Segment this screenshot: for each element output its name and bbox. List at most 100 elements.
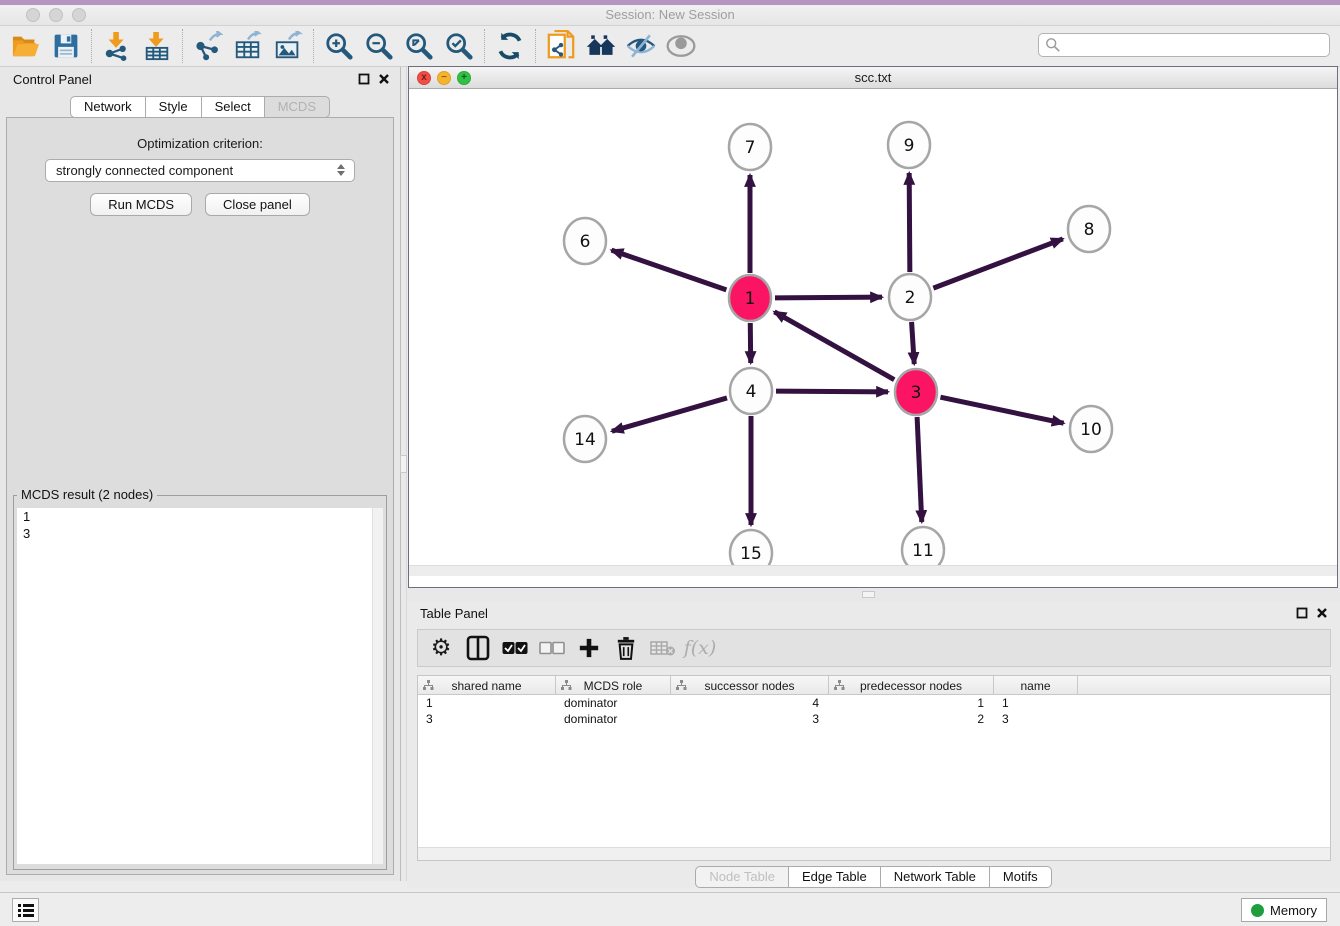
edge-1-2[interactable]	[775, 297, 882, 298]
tab-node-table[interactable]: Node Table	[695, 866, 789, 888]
edge-2-9[interactable]	[909, 173, 910, 272]
edge-2-8[interactable]	[933, 239, 1062, 288]
tab-network[interactable]: Network	[70, 96, 146, 118]
show-column-icon[interactable]	[463, 633, 493, 663]
column-header-successor-nodes[interactable]: successor nodes	[671, 676, 829, 695]
edge-3-1[interactable]	[774, 312, 894, 380]
cell-predecessor-nodes[interactable]: 1	[829, 695, 994, 711]
export-table-icon[interactable]	[228, 28, 268, 64]
sort-icon[interactable]	[834, 680, 845, 691]
node-7[interactable]: 7	[729, 124, 771, 170]
zoom-selected-icon[interactable]	[439, 28, 479, 64]
deselect-all-icon[interactable]	[537, 633, 567, 663]
node-2[interactable]: 2	[889, 274, 931, 320]
run-mcds-button[interactable]: Run MCDS	[90, 193, 192, 216]
column-header-shared-name[interactable]: shared name	[418, 676, 556, 695]
open-file-icon[interactable]	[6, 28, 46, 64]
table-row[interactable]: 1dominator411	[418, 695, 1330, 711]
show-all-icon[interactable]	[661, 28, 701, 64]
node-4[interactable]: 4	[730, 368, 772, 414]
hide-selected-icon[interactable]	[621, 28, 661, 64]
sort-icon[interactable]	[561, 680, 572, 691]
node-3[interactable]: 3	[895, 369, 937, 415]
cell-MCDS-role[interactable]: dominator	[556, 711, 671, 727]
close-panel-icon[interactable]	[1316, 607, 1328, 619]
delete-column-icon[interactable]	[611, 633, 641, 663]
cell-shared-name[interactable]: 3	[418, 711, 556, 727]
node-15[interactable]: 15	[730, 530, 772, 565]
cell-successor-nodes[interactable]: 3	[671, 711, 829, 727]
memory-button[interactable]: Memory	[1241, 898, 1327, 922]
tab-style[interactable]: Style	[145, 96, 202, 118]
cell-shared-name[interactable]: 1	[418, 695, 556, 711]
edge-3-11[interactable]	[917, 417, 922, 522]
edge-4-14[interactable]	[612, 398, 727, 431]
column-header-MCDS-role[interactable]: MCDS role	[556, 676, 671, 695]
cell-predecessor-nodes[interactable]: 2	[829, 711, 994, 727]
panel-menu-button[interactable]	[12, 898, 39, 922]
close-panel-icon[interactable]	[378, 73, 390, 85]
import-network-icon[interactable]	[97, 28, 137, 64]
node-table[interactable]: shared nameMCDS rolesuccessor nodesprede…	[417, 675, 1331, 861]
destroy-table-icon[interactable]	[648, 633, 678, 663]
network-canvas[interactable]: 7 9 6 8 1 2 3 4 14 10 15 11	[409, 89, 1337, 576]
edge-3-10[interactable]	[940, 397, 1063, 423]
float-panel-icon[interactable]	[1296, 607, 1308, 619]
node-10[interactable]: 10	[1070, 406, 1112, 452]
cell-successor-nodes[interactable]: 4	[671, 695, 829, 711]
tab-network-table[interactable]: Network Table	[880, 866, 990, 888]
close-panel-button[interactable]: Close panel	[205, 193, 310, 216]
sort-icon[interactable]	[423, 680, 434, 691]
sort-icon[interactable]	[676, 680, 687, 691]
cell-name[interactable]: 3	[994, 711, 1078, 727]
network-graph[interactable]: 7 9 6 8 1 2 3 4 14 10 15 11	[409, 89, 1335, 565]
node-11[interactable]: 11	[902, 527, 944, 565]
table-body[interactable]: 1dominator4113dominator323	[418, 695, 1330, 727]
node-9[interactable]: 9	[888, 122, 930, 168]
zoom-fit-icon[interactable]	[399, 28, 439, 64]
tab-motifs[interactable]: Motifs	[989, 866, 1052, 888]
splitter-handle[interactable]	[400, 455, 407, 473]
edge-2-3[interactable]	[912, 322, 915, 364]
column-header-name[interactable]: name	[994, 676, 1078, 695]
node-8[interactable]: 8	[1068, 206, 1110, 252]
result-scrollbar[interactable]	[372, 508, 383, 864]
edge-1-6[interactable]	[611, 250, 726, 290]
tab-edge-table[interactable]: Edge Table	[788, 866, 881, 888]
horizontal-splitter[interactable]	[407, 588, 1340, 601]
mcds-result-list[interactable]: 13	[17, 508, 372, 864]
table-options-icon[interactable]: ⚙	[426, 633, 456, 663]
cell-MCDS-role[interactable]: dominator	[556, 695, 671, 711]
node-14[interactable]: 14	[564, 416, 606, 462]
add-column-icon[interactable]	[574, 633, 604, 663]
tab-mcds[interactable]: MCDS	[264, 96, 330, 118]
zoom-in-icon[interactable]	[319, 28, 359, 64]
function-builder-icon[interactable]: f(x)	[685, 633, 715, 663]
column-header-predecessor-nodes[interactable]: predecessor nodes	[829, 676, 994, 695]
edge-4-3[interactable]	[776, 391, 888, 392]
tab-select[interactable]: Select	[201, 96, 265, 118]
export-network-icon[interactable]	[188, 28, 228, 64]
network-window-titlebar[interactable]: x − + scc.txt	[409, 67, 1337, 89]
criterion-select[interactable]: strongly connected component	[45, 159, 355, 182]
duplicate-network-icon[interactable]	[541, 28, 581, 64]
export-image-icon[interactable]	[268, 28, 308, 64]
table-row[interactable]: 3dominator323	[418, 711, 1330, 727]
cell-name[interactable]: 1	[994, 695, 1078, 711]
vertical-splitter[interactable]	[400, 67, 407, 881]
refresh-icon[interactable]	[490, 28, 530, 64]
table-header-row[interactable]: shared nameMCDS rolesuccessor nodesprede…	[418, 676, 1330, 695]
search-input[interactable]	[1038, 33, 1330, 57]
select-all-icon[interactable]	[500, 633, 530, 663]
float-panel-icon[interactable]	[358, 73, 370, 85]
table-hscrollbar[interactable]	[418, 847, 1330, 860]
table-panel-title: Table Panel	[420, 606, 488, 621]
toolbar-separator	[535, 29, 536, 63]
import-table-icon[interactable]	[137, 28, 177, 64]
node-6[interactable]: 6	[564, 218, 606, 264]
save-session-icon[interactable]	[46, 28, 86, 64]
splitter-handle[interactable]	[862, 591, 875, 598]
node-1[interactable]: 1	[729, 275, 771, 321]
zoom-out-icon[interactable]	[359, 28, 399, 64]
first-neighbors-icon[interactable]	[581, 28, 621, 64]
